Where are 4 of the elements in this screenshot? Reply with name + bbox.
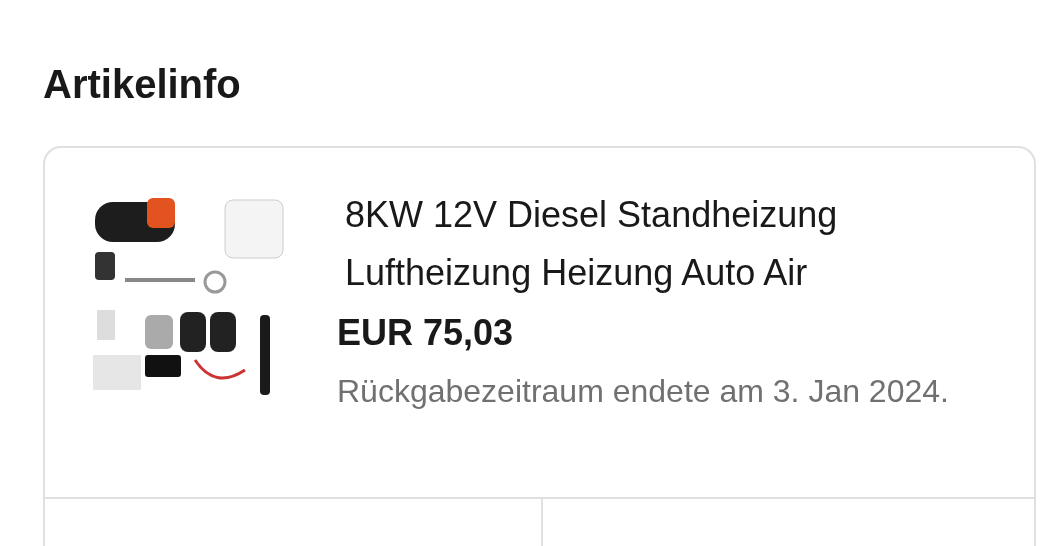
item-title[interactable]: 8KW 12V Diesel Standheizung Luftheizung Heizung Auto Air (337, 186, 1004, 302)
item-price: EUR 75,03 (337, 311, 514, 355)
return-note: Rückgabezeitraum endete am 3. Jan 2024. (337, 372, 949, 411)
section-heading: Artikelinfo (43, 61, 241, 108)
